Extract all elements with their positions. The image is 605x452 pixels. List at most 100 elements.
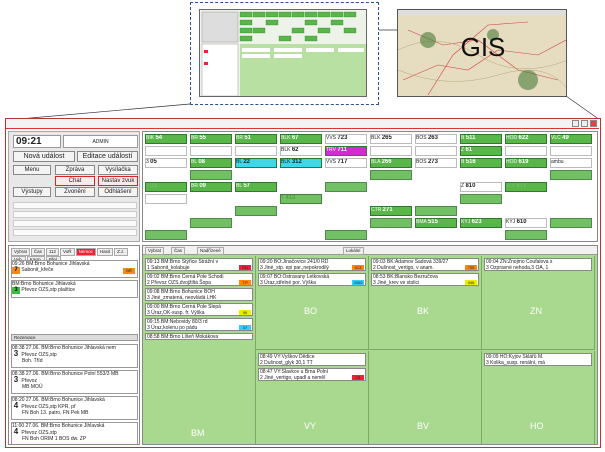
unit-cell[interactable]: Z 61 [460,146,502,156]
unit-cell-empty[interactable] [325,230,367,240]
unit-cell-empty[interactable] [550,170,592,180]
chat-button[interactable]: Chat [55,176,95,186]
minimize-button[interactable] [572,120,579,127]
unit-cell[interactable]: KYJ 623 [460,218,502,228]
event-tab[interactable]: Hasit [96,248,114,256]
district-event-card[interactable]: 09:20 BO:Jinačovice 241/0 RD 3 Jiné_stp. … [258,258,366,271]
unit-cell-empty[interactable] [280,194,322,204]
logout-button[interactable]: Odhlášení [98,187,138,197]
district-tab[interactable]: Nadřízené [197,247,224,255]
unit-cell[interactable]: HOD 619 [505,158,547,168]
district-event-card[interactable]: 08:47 VY:Slavkov u Brna Polní 2 Jiné_vert… [258,368,366,381]
close-button[interactable] [590,120,597,127]
maximize-button[interactable] [581,120,588,127]
district-event-card[interactable]: 08:49 VY:Vyškov Dědice 2 Dušnost_glyk 30,… [258,353,366,366]
unit-cell-empty[interactable] [460,194,502,204]
reservation-item[interactable]: 11:00 27.06. BM:Brno Bohunice Jihlavská 4… [11,422,138,444]
unit-cell-empty[interactable] [505,230,547,240]
unit-cell[interactable]: VVS 717 [325,158,367,168]
unit-cell[interactable]: B 516 [460,158,502,168]
district-event-card[interactable]: 09:04 ZN:Znojmo Coufalova s3 Ozpravné ne… [484,258,592,271]
event-tab[interactable]: 112 [45,248,60,256]
unit-cell[interactable]: BOS 263 [415,134,457,144]
unit-cell[interactable] [505,146,547,156]
district-event-card[interactable]: 09:09 HO:Kyjov Sklářů M. 3 Kolika_susp. r… [484,353,592,366]
unit-cell[interactable]: BLK 67 [280,134,322,144]
unit-cell[interactable]: BLK 62 [280,146,322,156]
district-event-card[interactable]: 09:07 BO:Ostravany Letkovská 3 Úraz,střel… [258,273,366,286]
unit-cell[interactable]: BOS 273 [415,158,457,168]
district-event-card[interactable]: 09:08 BM:Brno Bohunice BOH 3 Jiné_zmatená… [145,288,253,301]
unit-cell[interactable] [190,146,232,156]
edit-events-button[interactable]: Editace událostí [77,151,138,162]
district-event-card[interactable]: 09:03 BK:Adamov Sadová 339/27 2 Dušnost_v… [371,258,479,271]
unit-cell[interactable]: KYJ 610 [505,218,547,228]
unit-cell-empty[interactable] [325,182,367,192]
unit-cell[interactable]: ČTR 271 [370,206,412,216]
unit-cell[interactable]: BL 57 [235,182,277,192]
reservation-item[interactable]: 08:20 27.06. BM:Brno Bohunice Jihlavská 4… [11,396,138,420]
unit-cell[interactable]: BLK 265 [370,134,412,144]
unit-cell[interactable]: VVS 723 [325,134,367,144]
event-tab[interactable]: VoŘ [60,248,75,256]
menu-button[interactable]: Menu [13,165,51,175]
unit-cell[interactable] [145,194,187,204]
unit-cell-empty[interactable] [370,218,412,228]
district-event-card[interactable]: 09:13 BM:Brno Štýřice Strážní v1 Sabonit… [145,258,253,271]
event-tab[interactable]: Čas [30,248,45,256]
ring-button[interactable]: Zvonění [55,187,95,197]
unit-cell[interactable]: BL 22 [235,158,277,168]
unit-cell[interactable]: B 511 [460,134,502,144]
district-event-card[interactable]: 08:58 BM:Brno Líšeň Mokákova [145,333,253,340]
unit-cell[interactable]: ambu [550,158,592,168]
unit-station: VVS [326,135,338,141]
reservation-item[interactable]: 08:38 27.06. BM:Brno Bohunice Jihlavská … [11,344,138,368]
unit-cell[interactable] [370,146,412,156]
unit-cell[interactable]: BL 08 [190,158,232,168]
unit-cell-empty[interactable] [415,206,457,216]
district-event-card[interactable]: 09:02 BM:Brno Černá Pole Schodi 2 Převoz … [145,273,253,286]
unit-cell-empty[interactable] [145,182,187,192]
unit-cell[interactable]: TRV 711 [325,146,367,156]
unit-cell[interactable]: 3 05 [145,158,187,168]
unit-cell-empty[interactable] [190,170,232,180]
event-tab[interactable]: Nemoc [75,248,96,256]
unit-cell[interactable]: BLA 266 [370,158,412,168]
message-button[interactable]: Zpráva [55,165,95,175]
alarm-sound-button[interactable]: Nastav zvuk [98,176,138,186]
district-event-card[interactable]: 09:15 BM:Nebovidy 80/3 rd 3 Úraz,kolenu p… [145,318,253,331]
event-item[interactable]: BM:Brno Bohunice Jihlavská 3 Převoz OZS,s… [11,280,138,298]
event-item[interactable]: 09:26 BM:Brno Bohunice Jihlavská 7 Saboni… [11,260,138,278]
outputs-button[interactable]: Výstupy [13,187,51,197]
district-event-card[interactable]: 09:00 BM:Brno Černá Pole Slepá 3 Úraz,OK-… [145,303,253,316]
district-tab[interactable]: Čas [171,247,186,255]
district-event-card[interactable]: 08:53 BK:Blansko Bezručova 3 Jiné_krev ve… [371,273,479,286]
unit-cell[interactable]: BIK 54 [145,134,187,144]
new-event-button[interactable]: Nová událost [13,151,75,162]
unit-cell[interactable] [145,146,187,156]
unit-cell[interactable] [235,146,277,156]
district-tab[interactable]: Vybrat [145,247,164,255]
unit-cell[interactable] [415,146,457,156]
unit-cell[interactable] [550,146,592,156]
unit-cell[interactable]: VLC 49 [550,134,592,144]
event-tab[interactable]: Z.z. [114,248,128,256]
unit-cell[interactable]: BMA 515 [415,218,457,228]
event-tab[interactable]: Vybrat [11,248,30,256]
radio-button[interactable]: Vysílačka [98,165,138,175]
district-tab[interactable]: Lokální [343,247,364,255]
unit-cell[interactable]: BR 09 [190,182,232,192]
unit-cell[interactable]: Z 810 [460,182,502,192]
unit-cell-empty[interactable] [505,182,547,192]
unit-cell-empty[interactable] [370,170,412,180]
unit-number: 05 [150,159,157,165]
unit-cell[interactable]: BLK 312 [280,158,322,168]
unit-cell[interactable]: BR 51 [235,134,277,144]
unit-cell-empty[interactable] [145,230,187,240]
unit-cell[interactable]: BR 55 [190,134,232,144]
reservation-item[interactable]: 08:38 27.06. BM:Brno Bohunice Polní 553/… [11,370,138,394]
unit-cell-empty[interactable] [550,218,592,228]
unit-cell-empty[interactable] [235,206,277,216]
unit-cell[interactable]: HOD 622 [505,134,547,144]
unit-cell-empty[interactable] [190,218,232,228]
